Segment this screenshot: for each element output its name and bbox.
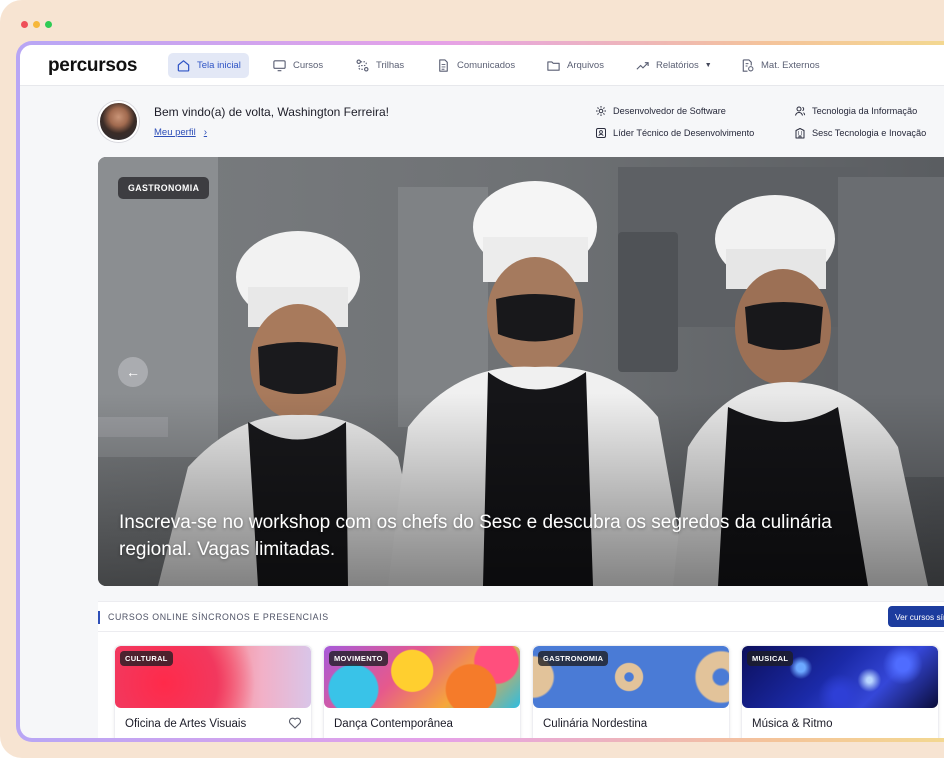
monitor-icon bbox=[273, 60, 286, 72]
carousel-prev-button[interactable]: ← bbox=[118, 357, 148, 387]
view-sync-courses-button[interactable]: Ver cursos síncronos bbox=[888, 606, 944, 627]
hero-banner[interactable]: GASTRONOMIA ← Inscreva-se no workshop co… bbox=[98, 157, 944, 586]
section-header: CURSOS ONLINE SÍNCRONOS E PRESENCIAIS Ve… bbox=[98, 601, 944, 632]
user-position: Líder Técnico de Desenvolvimento bbox=[595, 127, 754, 139]
nav-label: Comunicados bbox=[457, 60, 516, 71]
document-icon bbox=[439, 59, 448, 72]
section-accent bbox=[98, 611, 100, 624]
nav-tela-inicial[interactable]: Tela inicial bbox=[168, 53, 249, 78]
nav-label: Relatórios bbox=[656, 60, 699, 71]
trend-icon bbox=[636, 62, 649, 70]
app-window: percursos Tela inicial Cursos Trilhas Co… bbox=[16, 41, 944, 742]
chevron-down-icon: ▼ bbox=[704, 62, 712, 69]
app-content: percursos Tela inicial Cursos Trilhas Co… bbox=[20, 45, 944, 738]
course-card-artes-visuais[interactable]: CULTURAL Oficina de Artes Visuais bbox=[114, 645, 312, 738]
external-doc-icon bbox=[742, 59, 754, 72]
maximize-dot-icon[interactable] bbox=[45, 21, 52, 28]
logo[interactable]: percursos bbox=[48, 55, 137, 77]
minimize-dot-icon[interactable] bbox=[33, 21, 40, 28]
nav-comunicados[interactable]: Comunicados bbox=[428, 53, 523, 78]
card-category-tag: MOVIMENTO bbox=[329, 651, 388, 666]
course-card-danca[interactable]: MOVIMENTO Dança Contemporânea bbox=[323, 645, 521, 738]
nav-label: Tela inicial bbox=[197, 60, 241, 71]
nav-label: Mat. Externos bbox=[761, 60, 820, 71]
route-icon bbox=[356, 59, 369, 72]
user-organization-label: Sesc Tecnologia e Inovação bbox=[812, 128, 927, 138]
gear-icon bbox=[596, 106, 606, 116]
profile-link[interactable]: Meu perfil › bbox=[154, 127, 207, 138]
user-position-label: Líder Técnico de Desenvolvimento bbox=[613, 128, 755, 138]
course-card-culinaria[interactable]: GASTRONOMIA Culinária Nordestina bbox=[532, 645, 730, 738]
building-icon bbox=[795, 128, 805, 139]
arrow-left-icon: ← bbox=[126, 364, 140, 380]
browser-frame: percursos Tela inicial Cursos Trilhas Co… bbox=[0, 0, 944, 758]
user-department: Tecnologia da Informação bbox=[794, 105, 917, 117]
nav-mat-externos[interactable]: Mat. Externos bbox=[732, 53, 828, 78]
hero-caption: Inscreva-se no workshop com os chefs do … bbox=[119, 512, 832, 560]
user-organization: Sesc Tecnologia e Inovação bbox=[794, 127, 926, 139]
card-title: Música & Ritmo bbox=[752, 718, 833, 730]
card-title: Culinária Nordestina bbox=[543, 718, 648, 730]
nav-label: Arquivos bbox=[567, 60, 604, 71]
badge-icon bbox=[596, 128, 606, 138]
nav-label: Cursos bbox=[293, 60, 324, 71]
card-title: Oficina de Artes Visuais bbox=[125, 718, 247, 730]
home-icon bbox=[177, 60, 190, 72]
window-controls bbox=[21, 21, 52, 28]
user-role-label: Desenvolvedor de Software bbox=[613, 106, 726, 116]
nav-arquivos[interactable]: Arquivos bbox=[538, 53, 612, 78]
course-card-musica[interactable]: MUSICAL Música & Ritmo bbox=[741, 645, 939, 738]
section-title: CURSOS ONLINE SÍNCRONOS E PRESENCIAIS bbox=[108, 612, 329, 622]
course-cards: CULTURAL Oficina de Artes Visuais MOVIME… bbox=[98, 632, 944, 738]
profile-link-label: Meu perfil bbox=[154, 127, 196, 138]
avatar[interactable] bbox=[98, 101, 139, 142]
nav-label: Trilhas bbox=[376, 60, 405, 71]
users-icon bbox=[795, 106, 806, 116]
nav-relatorios[interactable]: Relatórios ▼ bbox=[627, 53, 720, 78]
close-dot-icon[interactable] bbox=[21, 21, 28, 28]
card-title: Dança Contemporânea bbox=[334, 718, 453, 730]
card-category-tag: GASTRONOMIA bbox=[538, 651, 609, 666]
nav-trilhas[interactable]: Trilhas bbox=[347, 53, 412, 78]
top-navigation: percursos Tela inicial Cursos Trilhas Co… bbox=[20, 45, 944, 86]
card-category-tag: MUSICAL bbox=[747, 651, 794, 666]
heart-icon[interactable] bbox=[288, 716, 302, 730]
hero-category-tag: GASTRONOMIA bbox=[118, 177, 210, 199]
folder-icon bbox=[547, 61, 560, 71]
card-category-tag: CULTURAL bbox=[120, 651, 173, 666]
user-department-label: Tecnologia da Informação bbox=[812, 106, 918, 116]
nav-cursos[interactable]: Cursos bbox=[264, 53, 331, 78]
chevron-right-icon: › bbox=[203, 127, 208, 138]
welcome-message: Bem vindo(a) de volta, Washington Ferrei… bbox=[154, 105, 389, 119]
user-role: Desenvolvedor de Software bbox=[595, 105, 726, 117]
